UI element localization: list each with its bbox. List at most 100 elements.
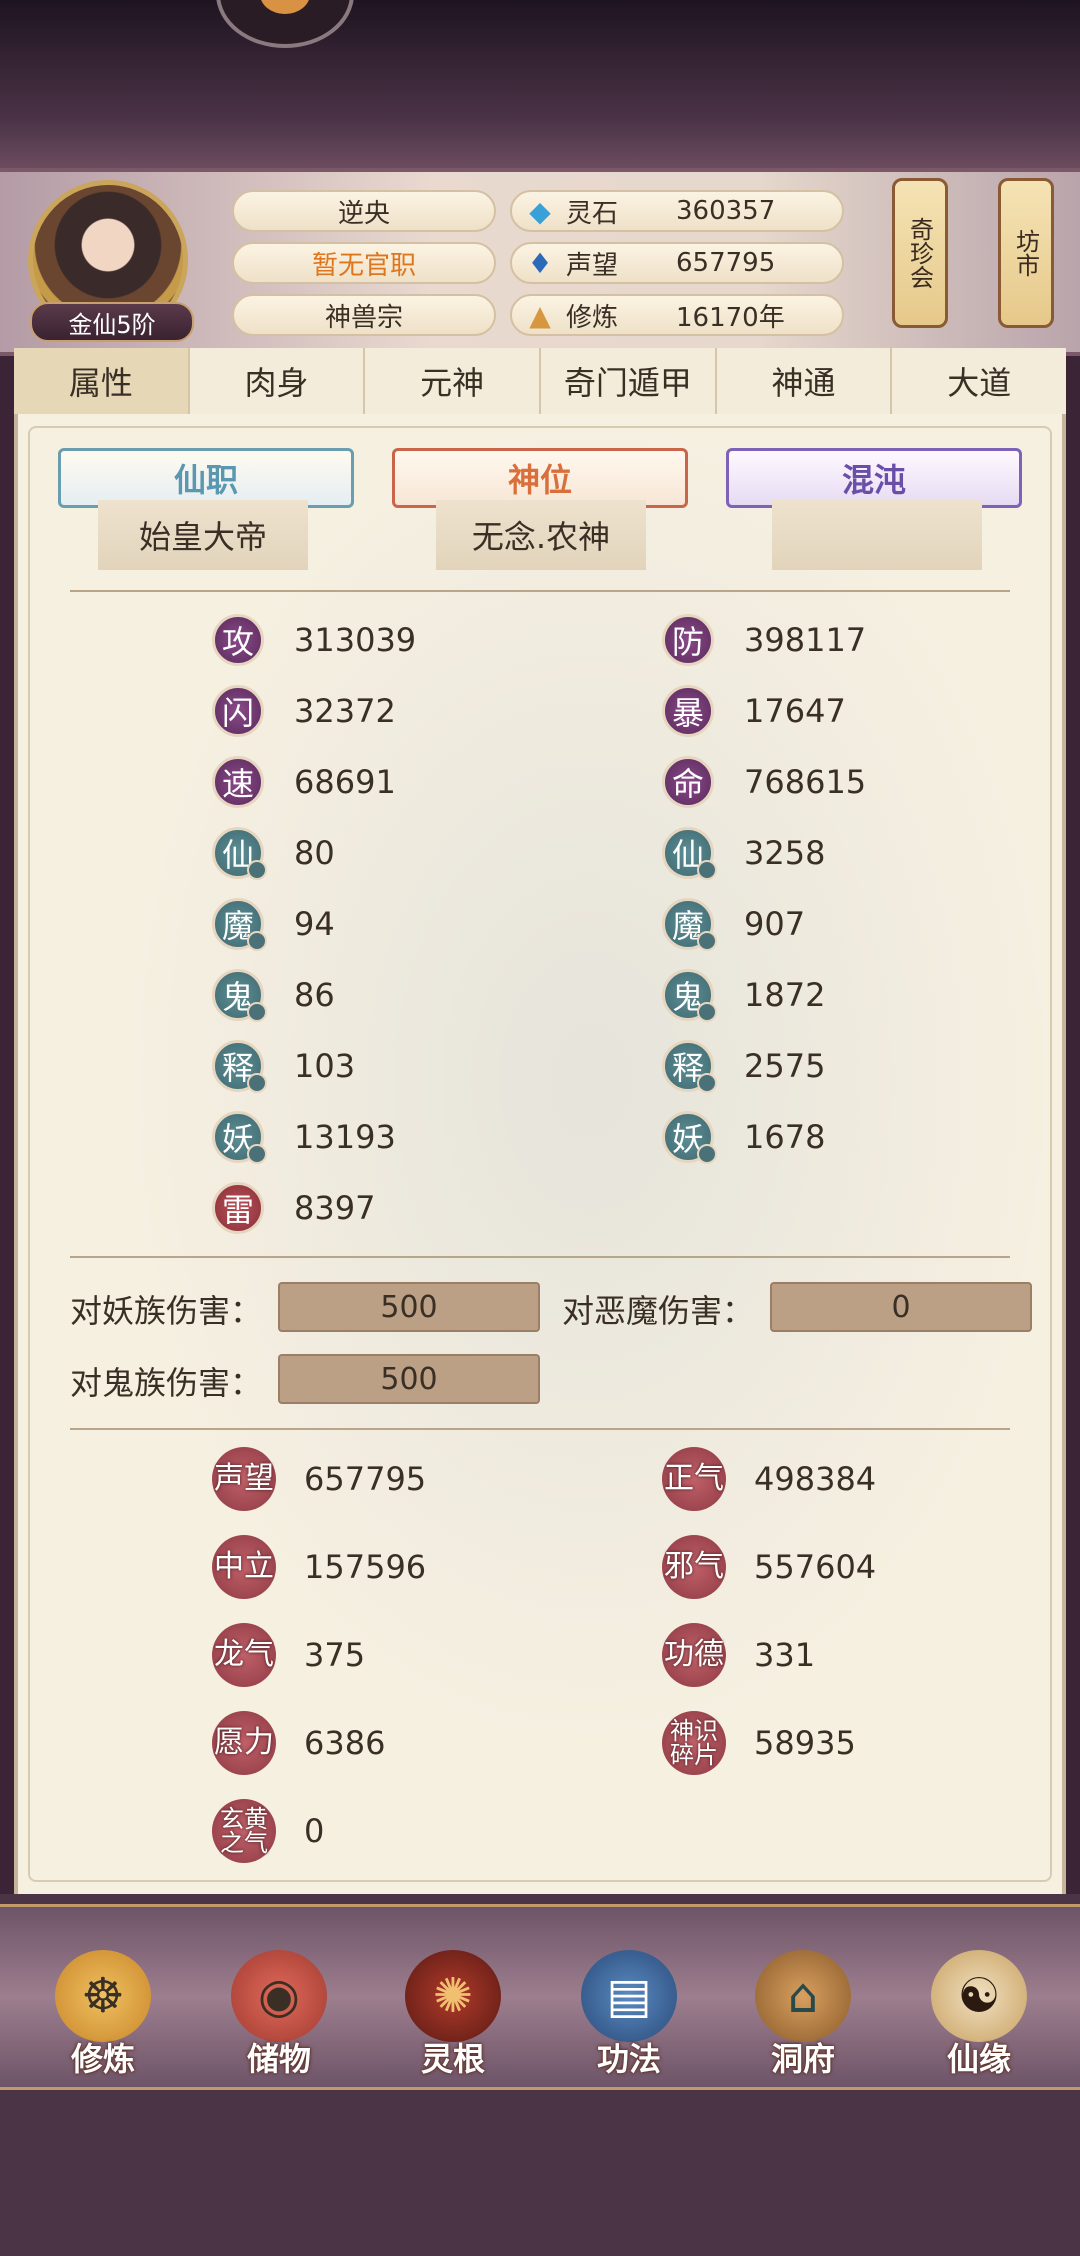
- stat-value: 17647: [744, 692, 846, 730]
- rank-badge: 金仙5阶: [30, 302, 194, 342]
- stat-buddha-def: 释 2575: [662, 1038, 825, 1094]
- rep-willpower: 愿力 6386: [212, 1708, 385, 1778]
- demon-icon: 魔: [212, 898, 267, 951]
- banner-god-rank[interactable]: 神位: [392, 448, 688, 508]
- stat-value: 86: [294, 976, 335, 1014]
- stat-value: 768615: [744, 763, 867, 801]
- tab-attributes[interactable]: 属性: [14, 348, 190, 414]
- buddha-shield-icon: 释: [662, 1040, 717, 1093]
- nav-label: 灵根: [420, 2040, 485, 2078]
- ghost-shield-icon: 鬼: [662, 969, 717, 1022]
- stat-speed: 速 68691: [212, 754, 396, 810]
- stat-value: 94: [294, 905, 335, 943]
- stat-value: 80: [294, 834, 335, 872]
- damage-vs-demon-label: 对恶魔伤害：: [562, 1292, 755, 1330]
- stat-demon-atk: 魔 94: [212, 896, 335, 952]
- rep-value: 0: [304, 1812, 325, 1850]
- nav-label: 仙缘: [946, 2040, 1011, 2078]
- monk-icon: ☸: [55, 1950, 151, 2042]
- divider: [70, 1428, 1010, 1430]
- rep-xuanhuang: 玄黄之气 0: [212, 1796, 324, 1866]
- rep-value: 331: [754, 1636, 816, 1674]
- stat-defense: 防 398117: [662, 612, 866, 668]
- meditation-icon: ▲: [529, 298, 551, 332]
- immortal-shield-icon: 仙: [662, 827, 717, 880]
- soul-fragment-icon: 神识碎片: [662, 1711, 726, 1775]
- yao-shield-icon: 妖: [662, 1111, 717, 1164]
- stat-value: 907: [744, 905, 806, 943]
- stat-value: 1678: [744, 1118, 826, 1156]
- banner-chaos[interactable]: 混沌: [726, 448, 1022, 508]
- nav-storage[interactable]: ◉ 储物: [204, 1950, 354, 2080]
- nav-techniques[interactable]: ▤ 功法: [554, 1950, 704, 2080]
- tab-skills[interactable]: 神通: [717, 348, 893, 414]
- stat-value: 1872: [744, 976, 826, 1014]
- stat-value: 68691: [294, 763, 396, 801]
- rep-evil: 邪气 557604: [662, 1532, 876, 1602]
- stat-buddha-atk: 释 103: [212, 1038, 355, 1094]
- attack-icon: 攻: [212, 614, 264, 666]
- stat-value: 313039: [294, 621, 417, 659]
- top-banner: [0, 0, 1080, 168]
- stat-value: 3258: [744, 834, 826, 872]
- nav-label: 储物: [246, 2040, 311, 2078]
- divider: [70, 1256, 1010, 1258]
- rep-soul-fragment: 神识碎片 58935: [662, 1708, 856, 1778]
- dodge-icon: 闪: [212, 685, 264, 737]
- tab-spirit[interactable]: 元神: [365, 348, 542, 414]
- tab-dao[interactable]: 大道: [892, 348, 1066, 414]
- divider: [70, 590, 1010, 592]
- nav-cave[interactable]: ⌂ 洞府: [728, 1950, 878, 2080]
- stat-yao-def: 妖 1678: [662, 1109, 825, 1165]
- resource-value: 16170年: [676, 302, 785, 333]
- stat-value: 2575: [744, 1047, 826, 1085]
- stat-immortal-atk: 仙 80: [212, 825, 335, 881]
- rep-dragon-qi: 龙气 375: [212, 1620, 365, 1690]
- nav-cultivate[interactable]: ☸ 修炼: [28, 1950, 178, 2080]
- tab-qimen[interactable]: 奇门遁甲: [541, 348, 717, 414]
- tab-bar: 属性 肉身 元神 奇门遁甲 神通 大道: [14, 348, 1066, 416]
- bag-icon: ◉: [231, 1950, 327, 2042]
- rep-value: 657795: [304, 1460, 427, 1498]
- stat-attack: 攻 313039: [212, 612, 416, 668]
- god-rank-value: 无念.农神: [436, 500, 646, 570]
- treasure-auction-scroll[interactable]: 奇珍会: [892, 178, 948, 328]
- merit-icon: 功德: [662, 1623, 726, 1687]
- crit-icon: 暴: [662, 685, 714, 737]
- resource-label: 灵石: [566, 198, 619, 229]
- sect-name[interactable]: 神兽宗: [232, 294, 496, 336]
- thunder-icon: 雷: [212, 1182, 264, 1234]
- triskelion-icon: ✺: [405, 1950, 501, 2042]
- banner-immortal-post[interactable]: 仙职: [58, 448, 354, 508]
- dragon-qi-icon: 龙气: [212, 1623, 276, 1687]
- rep-fame: 声望 657795: [212, 1444, 426, 1514]
- player-name: 逆央: [232, 190, 496, 232]
- panel-inner: [28, 426, 1052, 1882]
- buddha-icon: 释: [212, 1040, 267, 1093]
- nav-fate[interactable]: ☯ 仙缘: [904, 1950, 1054, 2080]
- neutral-icon: 中立: [212, 1535, 276, 1599]
- market-scroll[interactable]: 坊市: [998, 178, 1054, 328]
- damage-vs-yao-value: 500: [278, 1282, 540, 1332]
- resource-spirit-stone: ◆ 灵石 360357: [510, 190, 844, 232]
- righteous-icon: 正气: [662, 1447, 726, 1511]
- rep-value: 557604: [754, 1548, 877, 1586]
- official-title[interactable]: 暂无官职: [232, 242, 496, 284]
- immortal-post-value: 始皇大帝: [98, 500, 308, 570]
- stat-value: 103: [294, 1047, 356, 1085]
- nav-label: 洞府: [770, 2040, 835, 2078]
- rep-neutral: 中立 157596: [212, 1532, 426, 1602]
- gourd-icon: ☯: [931, 1950, 1027, 2042]
- rep-merit: 功德 331: [662, 1620, 815, 1690]
- evil-icon: 邪气: [662, 1535, 726, 1599]
- immortal-icon: 仙: [212, 827, 267, 880]
- attributes-panel: [14, 414, 1066, 1894]
- gem-icon: ◆: [529, 194, 551, 228]
- tab-body[interactable]: 肉身: [190, 348, 366, 414]
- stat-value: 398117: [744, 621, 867, 659]
- resource-label: 声望: [566, 250, 619, 281]
- stat-immortal-def: 仙 3258: [662, 825, 825, 881]
- stat-health: 命 768615: [662, 754, 866, 810]
- nav-spirit-root[interactable]: ✺ 灵根: [378, 1950, 528, 2080]
- rep-righteous: 正气 498384: [662, 1444, 876, 1514]
